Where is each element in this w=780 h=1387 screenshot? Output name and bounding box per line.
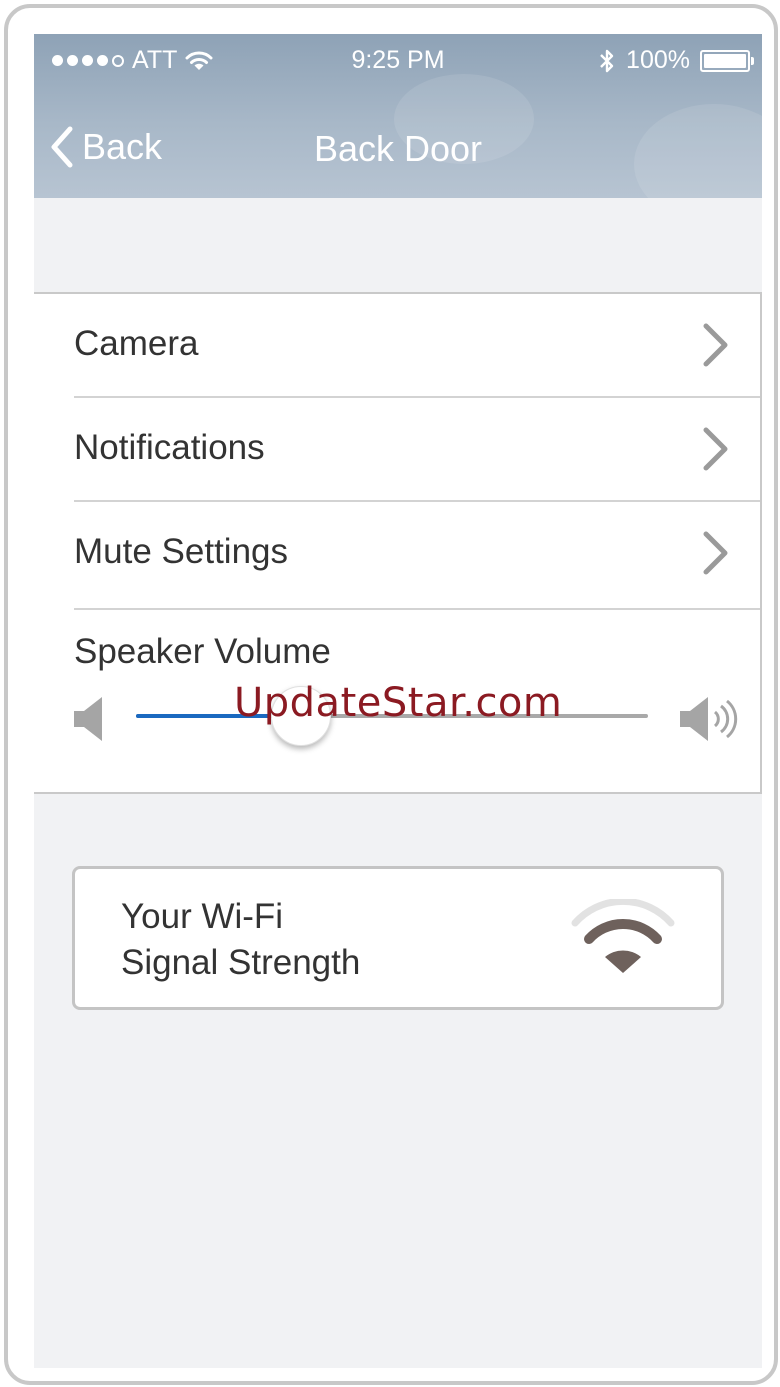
battery-level-fill (704, 53, 746, 68)
speaker-volume-label: Speaker Volume (74, 632, 331, 671)
notifications-row[interactable]: Notifications (74, 398, 760, 502)
chevron-right-icon (703, 427, 728, 471)
app-screen: ATT 9:25 PM 100% Back Back Door Camera N… (34, 34, 762, 1368)
watermark-text: UpdateStar.com (234, 680, 563, 726)
camera-row[interactable]: Camera (74, 294, 760, 398)
bluetooth-icon (600, 49, 614, 72)
mute-settings-label: Mute Settings (74, 532, 288, 571)
wifi-card-title-line2: Signal Strength (121, 943, 361, 982)
camera-label: Camera (74, 324, 199, 363)
header-bar: ATT 9:25 PM 100% Back Back Door (34, 34, 762, 198)
battery-percent: 100% (626, 46, 690, 74)
mute-settings-row[interactable]: Mute Settings (74, 502, 760, 610)
phone-frame: ATT 9:25 PM 100% Back Back Door Camera N… (4, 4, 778, 1385)
chevron-right-icon (703, 323, 728, 367)
battery-icon (700, 49, 754, 72)
page-title: Back Door (313, 128, 483, 169)
chevron-right-icon (703, 531, 728, 575)
status-right: 100% (598, 46, 754, 75)
notifications-label: Notifications (74, 428, 265, 467)
wifi-card-title-line1: Your Wi-Fi (121, 897, 284, 936)
volume-low-icon (74, 697, 102, 741)
volume-high-icon (680, 697, 738, 741)
wifi-strength-icon (571, 899, 675, 973)
wifi-signal-card[interactable]: Your Wi-Fi Signal Strength (72, 866, 724, 1010)
